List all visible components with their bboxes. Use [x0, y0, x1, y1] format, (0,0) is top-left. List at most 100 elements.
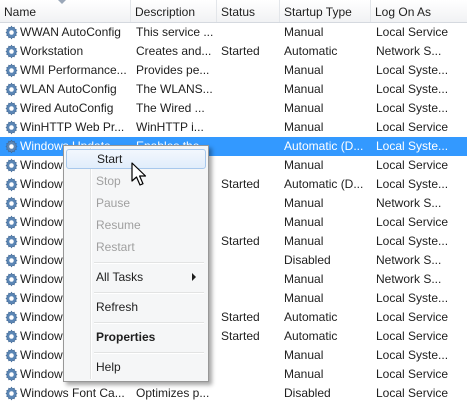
column-header-status[interactable]: Status	[217, 0, 280, 22]
gear-icon	[4, 44, 19, 59]
cell-status: Started	[221, 44, 260, 58]
table-row[interactable]: WMI Performance... Provides pe... Manual Lo…	[0, 61, 467, 80]
cell-status: Started	[221, 177, 260, 191]
cell-description: Optimizes p...	[136, 386, 210, 400]
cell-status	[221, 384, 281, 403]
cell-name: WinHTTP Web Pr...	[20, 120, 125, 134]
cell-log-on_as: Network S...	[376, 253, 442, 267]
menu-item-all-tasks-label: All Tasks	[96, 270, 144, 284]
column-header-description-label: Description	[135, 5, 196, 19]
column-header-log-on-as-label: Log On As	[375, 5, 432, 19]
column-header-startup-type[interactable]: Startup Type	[280, 0, 371, 22]
cell-startup-type: Manual	[284, 234, 324, 248]
cell-name: WLAN AutoConfig	[20, 82, 117, 96]
gear-icon	[4, 196, 19, 211]
cell-startup-type: Manual	[284, 348, 324, 362]
cell-name: Workstation	[20, 44, 84, 58]
cell-status	[221, 251, 281, 270]
menu-item-all-tasks[interactable]: All Tasks	[66, 267, 206, 287]
menu-item-help[interactable]: Help	[66, 357, 206, 377]
cell-description: Provides pe...	[136, 63, 210, 77]
cell-log-on_as: Local Syste...	[376, 177, 449, 191]
gear-icon	[4, 348, 19, 363]
cell-startup-type: Manual	[284, 120, 324, 134]
cell-log-on_as: Local Service	[376, 215, 449, 229]
table-row[interactable]: WLAN AutoConfig The WLANS... Manual Local S…	[0, 80, 467, 99]
cell-log-on_as: Local Syste...	[376, 348, 449, 362]
menu-item-properties[interactable]: Properties	[66, 327, 206, 347]
gear-icon	[4, 158, 19, 173]
menu-item-restart: Restart	[96, 240, 135, 254]
table-row[interactable]: Wired AutoConfig The Wired ... Manual Local…	[0, 99, 467, 118]
menu-separator	[94, 292, 204, 294]
gear-icon	[4, 310, 19, 325]
cell-startup-type: Automatic	[284, 310, 338, 324]
cell-startup-type: Manual	[284, 272, 324, 286]
gear-icon	[4, 63, 19, 78]
cell-log-on_as: Local Service	[376, 310, 449, 324]
cell-status	[221, 156, 281, 175]
table-row[interactable]: Windows Font Ca... Optimizes p... Disabled…	[0, 384, 467, 403]
cell-log-on_as: Local Syste...	[376, 82, 449, 96]
cell-startup-type: Manual	[284, 63, 324, 77]
column-header-bar: Name Description Status Startup Type Log…	[0, 0, 467, 23]
chevron-right-icon	[192, 273, 196, 281]
table-row[interactable]: WWAN AutoConfig This service ... Manual Loc…	[0, 23, 467, 42]
mouse-pointer-icon	[131, 162, 147, 186]
cell-log-on_as: Network S...	[376, 196, 442, 210]
menu-separator	[94, 262, 204, 264]
gear-icon	[4, 120, 19, 135]
cell-status: Started	[221, 310, 260, 324]
cell-startup-type: Manual	[284, 25, 324, 39]
cell-name: WMI Performance...	[20, 63, 127, 77]
column-header-name-label: Name	[4, 5, 37, 19]
cell-log-on_as: Network S...	[376, 272, 442, 286]
cell-log-on_as: Local Syste...	[376, 291, 449, 305]
menu-separator	[94, 322, 204, 324]
cell-status: Started	[221, 329, 260, 343]
cell-log-on_as: Network S...	[376, 44, 442, 58]
gear-icon	[4, 234, 19, 249]
gear-icon	[4, 215, 19, 230]
cell-description: The WLANS...	[136, 82, 213, 96]
cell-log-on_as: Local Syste...	[376, 101, 449, 115]
gear-icon	[4, 367, 19, 382]
table-row[interactable]: WinHTTP Web Pr... WinHTTP i... Manual Local…	[0, 118, 467, 137]
cell-status	[221, 270, 281, 289]
cell-log-on_as: Local Syste...	[376, 63, 449, 77]
cell-status	[221, 99, 281, 118]
sort-ascending-icon	[58, 0, 66, 4]
cell-status	[221, 23, 281, 42]
gear-icon	[4, 272, 19, 287]
cell-description: The Wired ...	[136, 101, 205, 115]
column-header-description[interactable]: Description	[131, 0, 217, 22]
cell-startup-type: Automatic	[284, 44, 338, 58]
cell-status	[221, 289, 281, 308]
column-header-log-on-as[interactable]: Log On As	[371, 0, 467, 22]
cell-startup-type: Manual	[284, 215, 324, 229]
column-header-status-label: Status	[221, 5, 256, 19]
column-header-startup-type-label: Startup Type	[284, 5, 352, 19]
gear-icon	[4, 101, 19, 116]
cell-status	[221, 346, 281, 365]
cell-log-on_as: Local Syste...	[376, 139, 449, 153]
cell-startup-type: Manual	[284, 82, 324, 96]
menu-item-resume: Resume	[96, 218, 141, 232]
cell-startup-type: Disabled	[284, 386, 331, 400]
cell-log-on_as: Local Service	[376, 329, 449, 343]
gear-icon	[4, 329, 19, 344]
cell-status	[221, 194, 281, 213]
cell-startup-type: Manual	[284, 291, 324, 305]
cell-log-on_as: Local Service	[376, 367, 449, 381]
cell-startup-type: Disabled	[284, 253, 331, 267]
cell-log-on_as: Local Service	[376, 25, 449, 39]
table-row[interactable]: Workstation Creates and... Started Automati…	[0, 42, 467, 61]
gear-icon	[4, 82, 19, 97]
cell-name: Wired AutoConfig	[20, 101, 114, 115]
menu-item-refresh[interactable]: Refresh	[66, 297, 206, 317]
gear-icon	[4, 253, 19, 268]
cell-name: WWAN AutoConfig	[20, 25, 121, 39]
gear-icon	[4, 139, 19, 154]
menu-separator	[94, 352, 204, 354]
cell-startup-type: Manual	[284, 101, 324, 115]
